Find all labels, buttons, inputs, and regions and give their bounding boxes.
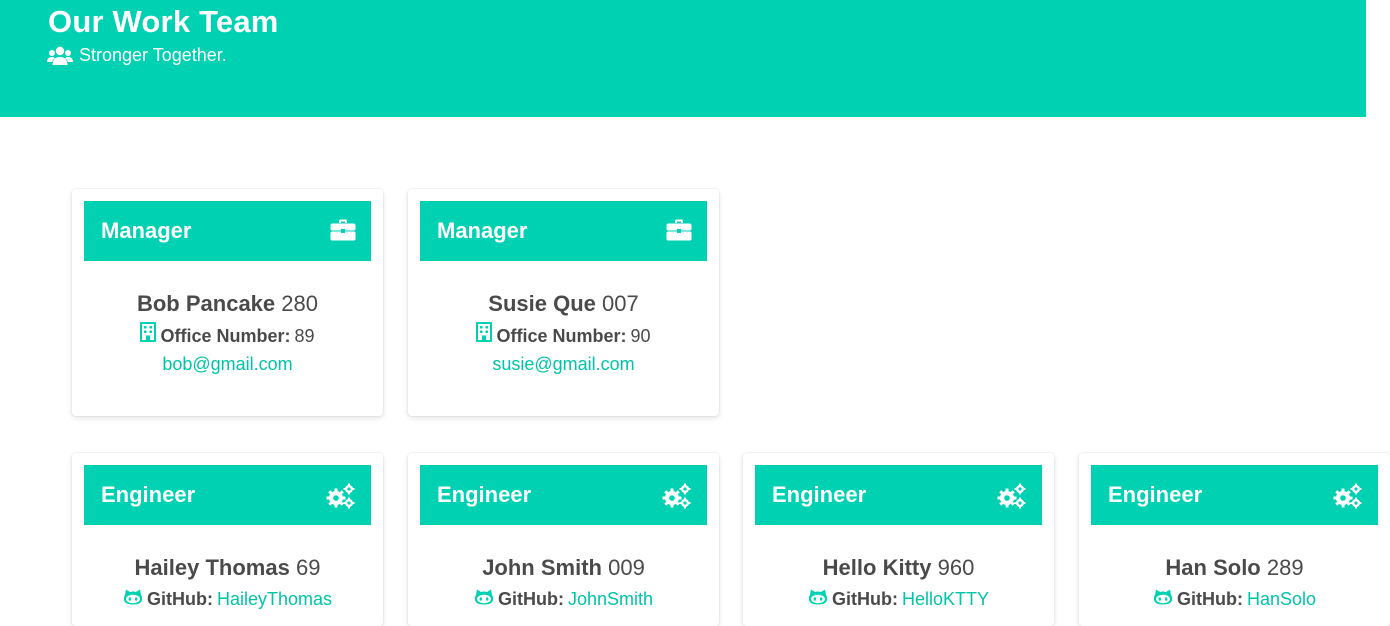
employee-id: 009 [608, 555, 645, 580]
card-body: Hailey Thomas 69 GitHub: HaileyThomas [72, 553, 383, 612]
cogs-icon [326, 483, 356, 514]
card-header: Engineer [1091, 465, 1378, 525]
card-header: Manager [420, 201, 707, 261]
employee-name-line: Susie Que 007 [408, 289, 719, 319]
employee-name-line: John Smith 009 [408, 553, 719, 583]
card-header: Engineer [755, 465, 1042, 525]
card-body: Hello Kitty 960 GitHub: HelloKTTY [743, 553, 1054, 612]
hero-banner: Our Work Team Stronger Together. [0, 0, 1366, 117]
email-link[interactable]: bob@gmail.com [162, 354, 292, 374]
card-body: John Smith 009 GitHub: JohnSmith [408, 553, 719, 612]
card-header: Engineer [84, 465, 371, 525]
users-icon [47, 46, 73, 66]
employee-name: Han Solo [1165, 555, 1261, 580]
briefcase-icon [330, 219, 356, 246]
employee-name: Susie Que [488, 291, 596, 316]
role-title: Engineer [437, 482, 532, 507]
github-label: GitHub: [831, 589, 898, 609]
building-icon [140, 322, 157, 349]
office-label: Office Number: [160, 325, 291, 346]
employee-name-line: Bob Pancake 280 [72, 289, 383, 319]
role-title: Manager [437, 218, 528, 243]
github-icon [474, 586, 494, 612]
cogs-icon [997, 483, 1027, 514]
github-link[interactable]: JohnSmith [568, 586, 653, 612]
github-icon [123, 586, 143, 612]
employee-name-line: Hello Kitty 960 [743, 553, 1054, 583]
employee-card: Manager Susie Que 007 Office Number: 90 … [408, 189, 719, 416]
office-line: Office Number: 89 [72, 322, 383, 349]
role-title: Engineer [1108, 482, 1203, 507]
employee-name: Hello Kitty [822, 555, 932, 580]
employee-id: 289 [1266, 555, 1304, 580]
github-line: GitHub: HaileyThomas [72, 586, 383, 612]
github-line: GitHub: JohnSmith [408, 586, 719, 612]
employee-id: 280 [281, 291, 318, 316]
employee-name-line: Han Solo 289 [1079, 553, 1390, 583]
employee-card: Engineer [72, 453, 383, 626]
role-title: Engineer [772, 482, 867, 507]
role-title: Manager [101, 218, 192, 243]
card-body: Susie Que 007 Office Number: 90 susie@gm… [408, 289, 719, 377]
office-line: Office Number: 90 [408, 322, 719, 349]
role-title: Engineer [101, 482, 196, 507]
employee-name: Hailey Thomas [134, 555, 290, 580]
employee-card: Engineer [408, 453, 719, 626]
office-number: 89 [294, 325, 315, 346]
office-label: Office Number: [496, 325, 627, 346]
building-icon [476, 322, 493, 349]
briefcase-icon [666, 219, 692, 246]
card-body: Bob Pancake 280 Office Number: 89 bob@gm… [72, 289, 383, 377]
employee-id: 69 [295, 555, 321, 580]
cogs-icon [1333, 483, 1363, 514]
github-link[interactable]: HanSolo [1247, 586, 1316, 612]
github-line: GitHub: HanSolo [1079, 586, 1390, 612]
employee-name: Bob Pancake [136, 291, 276, 316]
cogs-icon [662, 483, 692, 514]
subtitle-text: Stronger Together. [79, 45, 227, 65]
page-subtitle: Stronger Together. [47, 45, 227, 66]
employee-id: 007 [602, 291, 639, 316]
card-body: Han Solo 289 GitHub: HanSolo [1079, 553, 1390, 612]
github-label: GitHub: [497, 589, 564, 609]
github-icon [1153, 586, 1173, 612]
github-line: GitHub: HelloKTTY [743, 586, 1054, 612]
employee-card: Manager Bob Pancake 280 Office Number: 8… [72, 189, 383, 416]
card-header: Manager [84, 201, 371, 261]
page-title: Our Work Team [48, 4, 279, 39]
card-header: Engineer [420, 465, 707, 525]
github-icon [808, 586, 828, 612]
github-label: GitHub: [146, 589, 213, 609]
github-link[interactable]: HaileyThomas [217, 586, 332, 612]
email-link[interactable]: susie@gmail.com [492, 354, 634, 374]
github-label: GitHub: [1176, 589, 1243, 609]
employee-card: Engineer [743, 453, 1054, 626]
employee-name: John Smith [482, 555, 602, 580]
employee-card: Engineer [1079, 453, 1390, 626]
employee-name-line: Hailey Thomas 69 [72, 553, 383, 583]
office-number: 90 [630, 325, 651, 346]
github-link[interactable]: HelloKTTY [902, 586, 989, 612]
employee-id: 960 [937, 555, 975, 580]
